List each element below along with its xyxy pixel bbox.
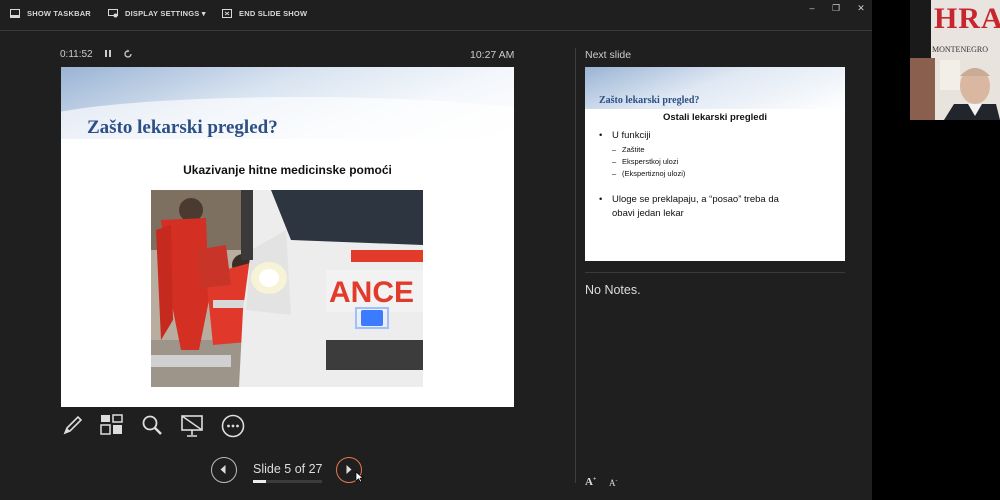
webcam-overlay: HRA MONTENEGRO	[910, 0, 1000, 120]
top-toolbar: SHOW TASKBAR DISPLAY SETTINGS ▾ END SLID…	[0, 0, 872, 31]
more-options-icon[interactable]	[221, 414, 245, 443]
increase-font-label: A	[585, 476, 593, 488]
taskbar-icon	[10, 9, 20, 18]
restart-icon[interactable]	[123, 49, 133, 62]
end-slide-show-label: END SLIDE SHOW	[239, 9, 308, 18]
increase-font-button[interactable]: A+	[585, 476, 596, 488]
pause-icon[interactable]	[104, 49, 112, 61]
next-slide-subitem: Zaštite	[622, 145, 645, 154]
hra-logo-subtext: MONTENEGRO	[932, 45, 988, 54]
next-slide-subitem: (Ekspertiznoj ulozi)	[622, 169, 686, 178]
speaker-video	[910, 58, 1000, 120]
restore-button[interactable]: ❐	[829, 3, 843, 14]
next-slide-bullet-1: U funkciji	[612, 130, 651, 141]
previous-arrow-icon	[220, 465, 226, 474]
dash-icon: –	[612, 157, 617, 166]
next-slide-title: Zašto lekarski pregled?	[599, 95, 700, 106]
next-slide-subitem: Eksperstkoj ulozi	[622, 157, 679, 166]
ambulance-scene-image: ANCE	[151, 190, 423, 387]
slide-counter: Slide 5 of 27	[253, 462, 323, 476]
pen-icon[interactable]	[62, 414, 84, 441]
presenter-view: SHOW TASKBAR DISPLAY SETTINGS ▾ END SLID…	[0, 0, 872, 500]
close-button[interactable]: ✕	[854, 3, 868, 14]
display-settings-icon	[108, 9, 118, 18]
mouse-cursor-icon	[355, 470, 364, 488]
display-settings-label: DISPLAY SETTINGS ▾	[125, 9, 206, 18]
ambulance-photo: ANCE	[151, 190, 423, 387]
previous-slide-button[interactable]	[211, 457, 237, 483]
slide-grid-icon[interactable]	[100, 414, 124, 441]
ambulance-lettering: ANCE	[329, 276, 414, 309]
bullet-dot-icon: •	[599, 130, 603, 141]
black-screen-icon[interactable]	[180, 414, 204, 443]
display-settings-button[interactable]: DISPLAY SETTINGS ▾	[108, 9, 206, 18]
show-taskbar-label: SHOW TASKBAR	[27, 9, 91, 18]
bullet-dot-icon: •	[599, 194, 603, 205]
slide-title: Zašto lekarski pregled?	[87, 117, 278, 138]
current-slide[interactable]: Zašto lekarski pregled? Ukazivanje hitne…	[61, 67, 514, 407]
next-slide-label: Next slide	[585, 49, 632, 61]
zoom-icon[interactable]	[141, 414, 163, 441]
slide-progress-fill	[253, 480, 266, 483]
next-slide-preview[interactable]: Zašto lekarski pregled? Ostali lekarski …	[585, 67, 845, 261]
next-slide-subtitle: Ostali lekarski pregledi	[662, 112, 768, 123]
show-taskbar-button[interactable]: SHOW TASKBAR	[10, 9, 91, 18]
slide-progress-track	[253, 480, 322, 483]
end-show-icon	[222, 9, 232, 18]
end-slide-show-button[interactable]: END SLIDE SHOW	[222, 9, 307, 18]
panel-divider	[575, 48, 576, 483]
slide-subtitle: Ukazivanje hitne medicinske pomoći	[183, 163, 392, 177]
dash-icon: –	[612, 145, 617, 154]
notes-separator	[585, 272, 845, 273]
clock: 10:27 AM	[470, 49, 515, 61]
decrease-font-button[interactable]: A-	[609, 478, 618, 488]
dash-icon: –	[612, 169, 617, 178]
minimize-button[interactable]: –	[805, 3, 819, 13]
speaker-notes: No Notes.	[585, 283, 641, 297]
hra-logo: HRA	[934, 2, 1000, 35]
elapsed-timer: 0:11:52	[60, 49, 93, 60]
next-slide-bullet-2: Uloge se preklapaju, a “posao” treba da	[612, 194, 779, 205]
next-slide-bullet-2-continuation: obavi jedan lekar	[612, 208, 684, 219]
